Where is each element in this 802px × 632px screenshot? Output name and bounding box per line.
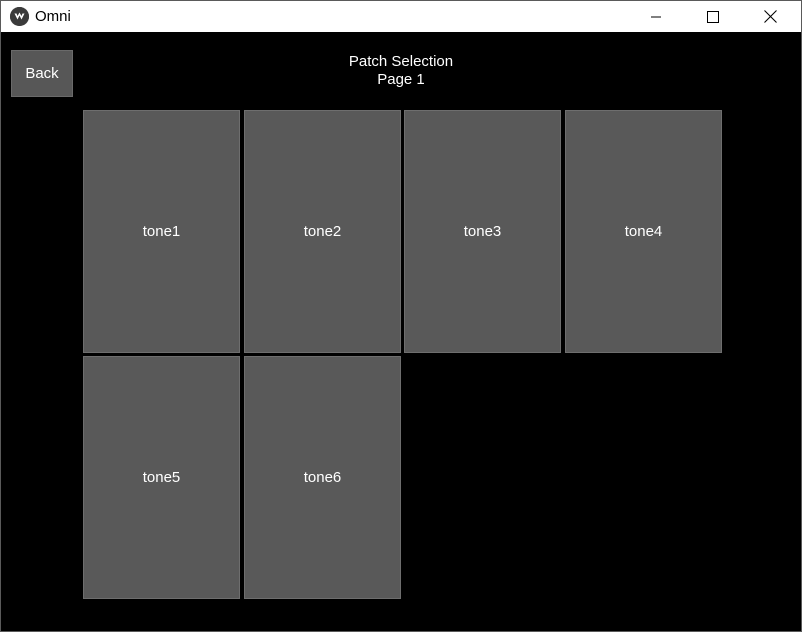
maximize-button[interactable]: [690, 1, 736, 32]
patch-button-tone5[interactable]: tone5: [83, 356, 240, 599]
page-header: Patch Selection Page 1: [301, 53, 501, 89]
kivy-app-icon: [10, 7, 29, 26]
patch-selection-screen: Back Patch Selection Page 1 tone1 tone2 …: [1, 32, 801, 631]
patch-button-tone1[interactable]: tone1: [83, 110, 240, 353]
title-bar[interactable]: Omni: [1, 1, 801, 32]
minimize-button[interactable]: [633, 1, 679, 32]
patch-button-tone3[interactable]: tone3: [404, 110, 561, 353]
minimize-icon: [650, 11, 662, 23]
window-title: Omni: [35, 8, 71, 25]
patch-button-tone2[interactable]: tone2: [244, 110, 401, 353]
page-number: Page 1: [377, 71, 425, 88]
back-button[interactable]: Back: [11, 50, 73, 97]
patch-button-tone4[interactable]: tone4: [565, 110, 722, 353]
close-button[interactable]: [747, 1, 793, 32]
close-icon: [763, 10, 777, 23]
app-window: Omni Back Patch Selection Page 1 tone1 t…: [0, 0, 802, 632]
page-title: Patch Selection: [348, 53, 454, 70]
maximize-icon: [707, 10, 719, 23]
patch-button-tone6[interactable]: tone6: [244, 356, 401, 599]
